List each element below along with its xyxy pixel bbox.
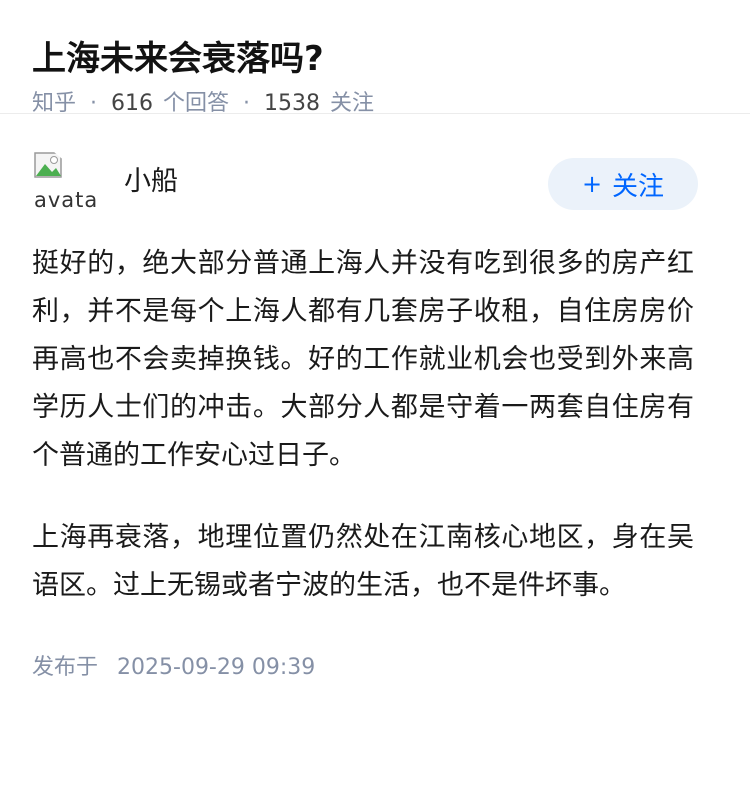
answer-body: 挺好的，绝大部分普通上海人并没有吃到很多的房产红利，并不是每个上海人都有几套房子… (32, 240, 718, 610)
answers-count: 616 (111, 91, 154, 116)
answer-paragraph: 挺好的，绝大部分普通上海人并没有吃到很多的房产红利，并不是每个上海人都有几套房子… (32, 248, 694, 471)
publish-label: 发布于 (32, 655, 99, 680)
question-title[interactable]: 上海未来会衰落吗? (32, 36, 718, 82)
author-name[interactable]: 小船 (124, 164, 178, 200)
plus-icon: + (581, 170, 603, 198)
source-label: 知乎 (32, 91, 77, 116)
page: 上海未来会衰落吗? 知乎 · 616 个回答 · 1538 关注 avatar … (0, 0, 750, 806)
avatar[interactable]: avatar (32, 150, 100, 218)
avatar-alt-text: avatar (34, 188, 100, 212)
question-header: 上海未来会衰落吗? 知乎 · 616 个回答 · 1538 关注 (0, 0, 750, 116)
publish-time: 发布于 2025-09-29 09:39 (32, 652, 718, 684)
answer-paragraph: 上海再衰落，地理位置仍然处在江南核心地区，身在吴语区。过上无锡或者宁波的生活，也… (32, 522, 694, 601)
question-meta: 知乎 · 616 个回答 · 1538 关注 (32, 88, 718, 120)
author-row: avatar 小船 + 关注 (32, 150, 718, 240)
follow-button[interactable]: + 关注 (548, 158, 698, 210)
followers-count: 1538 (264, 91, 321, 116)
follow-button-label: 关注 (612, 171, 665, 202)
broken-image-icon (34, 152, 66, 178)
answers-label: 个回答 (163, 91, 230, 116)
followers-label: 关注 (330, 91, 375, 116)
publish-timestamp: 2025-09-29 09:39 (117, 655, 316, 680)
meta-separator: · (243, 91, 251, 116)
answer-card: avatar 小船 + 关注 挺好的，绝大部分普通上海人并没有吃到很多的房产红利… (0, 150, 750, 684)
meta-separator: · (90, 91, 98, 116)
